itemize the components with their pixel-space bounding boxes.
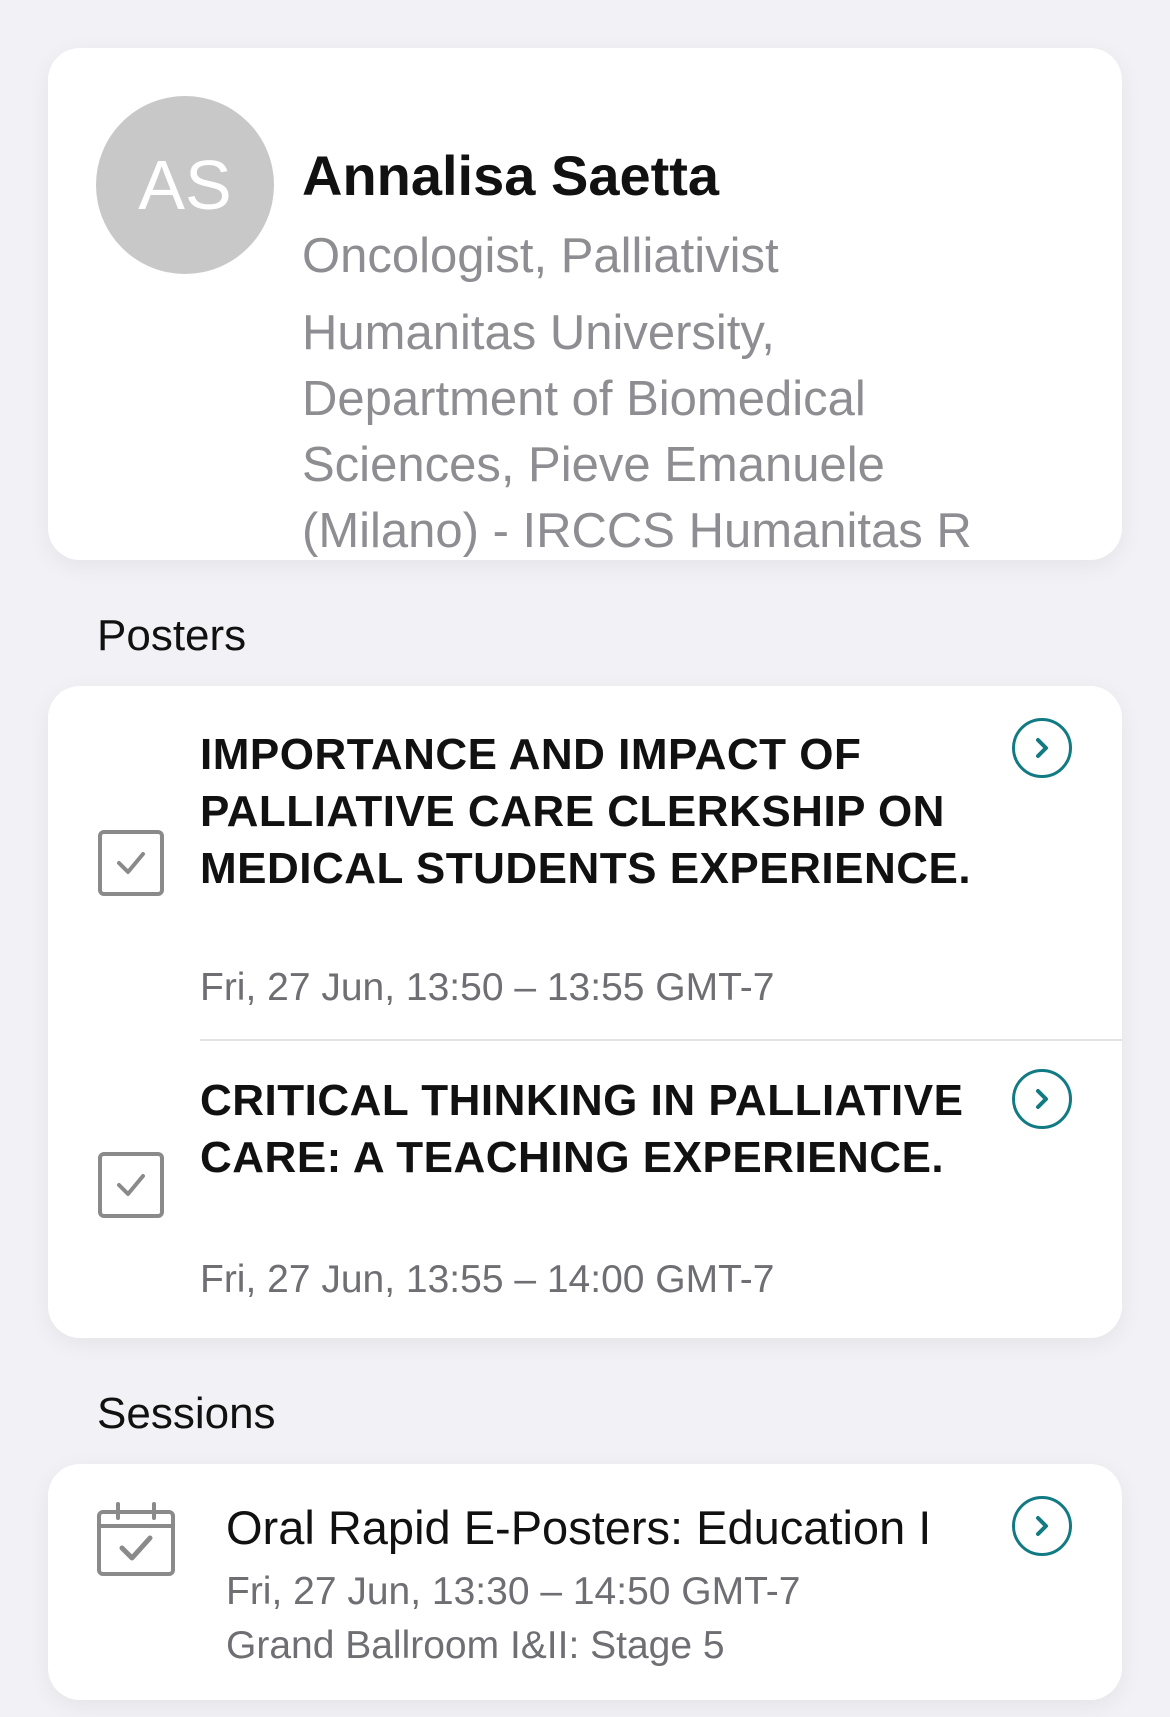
section-title-posters: Posters	[97, 611, 247, 660]
profile-affiliation: Humanitas University, Department of Biom…	[302, 306, 972, 558]
chevron-right-icon[interactable]	[1012, 718, 1072, 778]
checkbox-icon[interactable]	[98, 1152, 164, 1218]
list-item[interactable]: CRITICAL THINKING IN PALLIATIVE CARE: A …	[48, 1041, 1122, 1338]
profile-name: Annalisa Saetta	[302, 144, 720, 207]
checkmark-icon	[117, 1174, 145, 1196]
session-time: Fri, 27 Jun, 13:30 – 14:50 GMT-7	[226, 1570, 801, 1613]
checkmark-icon	[117, 852, 145, 874]
poster-title: IMPORTANCE AND IMPACT OF PALLIATIVE CARE…	[200, 730, 972, 893]
checkbox-icon[interactable]	[98, 830, 164, 896]
avatar: AS	[96, 96, 274, 274]
list-item[interactable]: IMPORTANCE AND IMPACT OF PALLIATIVE CARE…	[48, 686, 1122, 1040]
chevron-right-icon[interactable]	[1012, 1496, 1072, 1556]
profile-role: Oncologist, Palliativist	[302, 229, 779, 283]
calendar-icon	[96, 1502, 176, 1583]
session-title: Oral Rapid E-Posters: Education I	[226, 1501, 932, 1554]
session-location: Grand Ballroom I&II: Stage 5	[226, 1624, 725, 1667]
posters-list: IMPORTANCE AND IMPACT OF PALLIATIVE CARE…	[48, 686, 1122, 1338]
poster-time: Fri, 27 Jun, 13:55 – 14:00 GMT-7	[200, 1258, 775, 1301]
session-item[interactable]: Oral Rapid E-Posters: Education I Fri, 2…	[48, 1464, 1122, 1700]
profile-card: AS Annalisa Saetta Oncologist, Palliativ…	[48, 48, 1122, 560]
chevron-right-icon[interactable]	[1012, 1069, 1072, 1129]
poster-title: CRITICAL THINKING IN PALLIATIVE CARE: A …	[200, 1076, 964, 1182]
poster-time: Fri, 27 Jun, 13:50 – 13:55 GMT-7	[200, 966, 775, 1009]
section-title-sessions: Sessions	[97, 1389, 276, 1438]
avatar-initials: AS	[138, 146, 232, 224]
